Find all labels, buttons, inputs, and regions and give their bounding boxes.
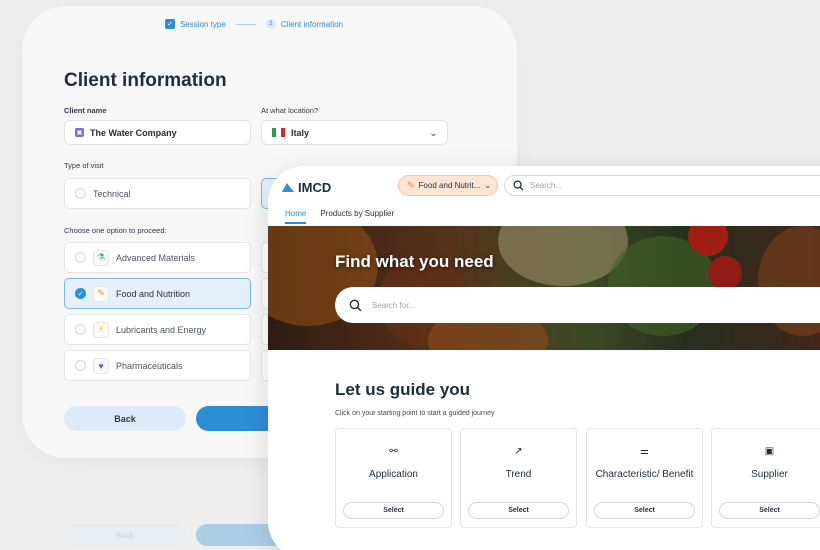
card-supplier[interactable]: ▣ Supplier Select <box>711 428 820 528</box>
sliders-icon: ⚌ <box>640 446 649 457</box>
hero-search-placeholder: Search for... <box>372 300 416 310</box>
search-icon <box>349 299 362 311</box>
chevron-down-icon: ⌄ <box>484 181 492 190</box>
option-lubricants-and-energy[interactable]: ⚡ Lubricants and Energy <box>64 314 251 345</box>
card-application[interactable]: ⚯ Application Select <box>335 428 452 528</box>
step-number: 2 <box>265 19 276 29</box>
card-trend[interactable]: ↗ Trend Select <box>460 428 577 528</box>
radio-icon <box>75 360 86 371</box>
step-label: Session type <box>180 19 226 29</box>
select-button[interactable]: Select <box>468 502 569 519</box>
hero-title: Find what you need <box>335 252 494 271</box>
step-divider <box>235 23 256 25</box>
card-label: Trend <box>505 469 532 480</box>
industry-chip-label: Food and Nutrit... <box>418 181 481 190</box>
client-name-value: The Water Company <box>90 127 177 138</box>
option-label: Food and Nutrition <box>116 288 191 299</box>
industry-selector[interactable]: ✎ Food and Nutrit... ⌄ <box>398 175 498 196</box>
radio-icon <box>75 324 86 335</box>
choose-option-label: Choose one option to proceed: <box>64 226 167 235</box>
truck-icon: ▣ <box>764 446 775 457</box>
tab-products-by-supplier[interactable]: Products by Supplier <box>320 209 394 224</box>
location-label: At what location? <box>261 106 319 115</box>
link-icon: ⚯ <box>389 446 398 457</box>
guide-subtitle: Click on your starting point to start a … <box>335 410 495 417</box>
option-advanced-materials[interactable]: ⚗ Advanced Materials <box>64 242 251 273</box>
radio-icon <box>75 252 86 263</box>
trend-arrow-icon: ↗ <box>514 446 523 457</box>
hero-search-input[interactable]: Search for... <box>335 287 820 323</box>
search-placeholder: Search... <box>530 181 563 190</box>
nav-tabs: Home Products by Supplier <box>285 209 394 224</box>
card-label: Supplier <box>751 469 788 480</box>
card-characteristic-benefit[interactable]: ⚌ Characteristic/ Benefit Select <box>586 428 703 528</box>
step-label: Client information <box>280 19 344 29</box>
option-label: Pharmaceuticals <box>116 360 183 371</box>
radio-icon <box>75 188 86 199</box>
check-icon: ✓ <box>165 19 175 29</box>
building-icon: ▣ <box>75 128 84 137</box>
italy-flag-icon <box>272 128 285 137</box>
step-session-type[interactable]: ✓ Session type <box>165 19 226 29</box>
imcd-logo[interactable]: IMCD <box>282 180 331 195</box>
mortar-icon: ♥ <box>93 357 109 374</box>
select-button[interactable]: Select <box>719 502 820 519</box>
imcd-logo-mark-icon <box>282 183 294 192</box>
select-button[interactable]: Select <box>343 502 444 519</box>
flask-icon: ⚗ <box>93 249 109 266</box>
back-button-reflection: Back <box>64 524 186 546</box>
hero-banner: Find what you need Search for... <box>268 226 820 350</box>
step-client-information[interactable]: 2 Client information <box>265 19 344 29</box>
location-select[interactable]: Italy ⌄ <box>261 120 448 145</box>
client-name-label: Client name <box>64 106 107 115</box>
visit-type-technical[interactable]: Technical <box>64 178 251 209</box>
search-icon <box>513 180 524 191</box>
tab-home[interactable]: Home <box>285 209 307 224</box>
card-label: Application <box>369 469 418 480</box>
stepper: ✓ Session type 2 Client information <box>165 19 343 29</box>
carrot-icon: ✎ <box>407 180 415 190</box>
search-input[interactable]: Search... <box>504 175 820 196</box>
option-pharmaceuticals[interactable]: ♥ Pharmaceuticals <box>64 350 251 381</box>
guide-title: Let us guide you <box>335 380 471 399</box>
client-name-field[interactable]: ▣ The Water Company <box>64 120 251 145</box>
visit-type-label: Type of visit <box>64 161 104 170</box>
option-label: Lubricants and Energy <box>116 324 207 335</box>
option-food-and-nutrition[interactable]: ✓ ✎ Food and Nutrition <box>64 278 251 309</box>
logo-text: IMCD <box>298 180 332 195</box>
radio-checked-icon: ✓ <box>75 288 86 299</box>
location-value: Italy <box>291 127 310 138</box>
bolt-icon: ⚡ <box>93 321 109 338</box>
imcd-app-window: IMCD ✎ Food and Nutrit... ⌄ Search... Ho… <box>268 166 820 550</box>
option-label: Technical <box>93 188 131 199</box>
back-button[interactable]: Back <box>64 406 186 431</box>
chevron-down-icon: ⌄ <box>429 128 437 138</box>
select-button[interactable]: Select <box>594 502 695 519</box>
option-label: Advanced Materials <box>116 252 196 263</box>
page-title: Client information <box>64 70 227 91</box>
carrot-icon: ✎ <box>93 285 109 302</box>
card-label: Characteristic/ Benefit <box>595 469 694 480</box>
